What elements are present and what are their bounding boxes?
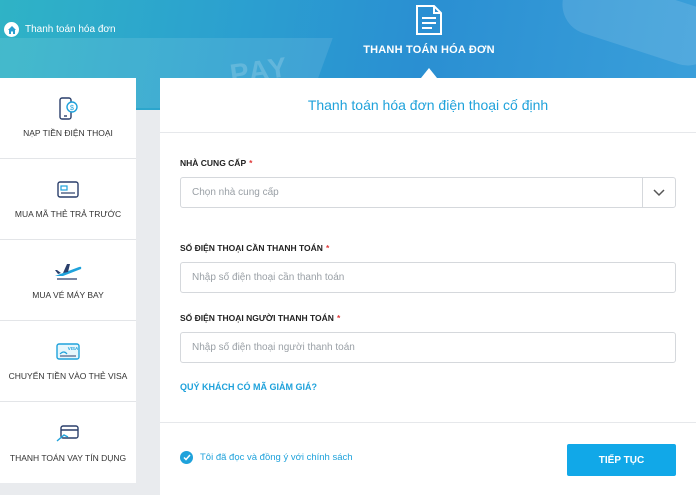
agree-policy-label[interactable]: Tôi đã đọc và đồng ý với chính sách <box>200 452 353 463</box>
sidebar-item-phone-topup[interactable]: $ NẠP TIỀN ĐIỆN THOẠI <box>0 78 136 159</box>
prepaid-card-icon <box>55 178 81 202</box>
airplane-icon <box>53 259 83 283</box>
check-icon[interactable] <box>180 451 193 464</box>
payer-phone-label: SỐ ĐIỆN THOẠI NGƯỜI THANH TOÁN * <box>180 313 340 323</box>
home-icon[interactable] <box>4 22 19 37</box>
phone-dollar-icon: $ <box>56 97 80 121</box>
svg-text:$: $ <box>70 105 74 112</box>
sidebar: $ NẠP TIỀN ĐIỆN THOẠI MUA MÃ THẺ TRẢ TRƯ… <box>0 78 136 483</box>
provider-select[interactable]: Chọn nhà cung cấp <box>180 177 676 208</box>
promo-code-link[interactable]: QUÝ KHÁCH CÓ MÃ GIẢM GIÁ? <box>180 382 317 392</box>
payment-form-panel: Thanh toán hóa đơn điện thoại cố định NH… <box>160 78 696 495</box>
phone-label-text: SỐ ĐIỆN THOẠI CẦN THANH TOÁN <box>180 243 323 253</box>
sidebar-item-label: MUA MÃ THẺ TRẢ TRƯỚC <box>14 209 122 219</box>
phone-input-placeholder: Nhập số điện thoại cần thanh toán <box>192 272 345 283</box>
breadcrumb-label[interactable]: Thanh toán hóa đơn <box>25 24 116 35</box>
banner-decoration-2 <box>554 0 696 74</box>
payer-phone-input-placeholder: Nhập số điện thoại người thanh toán <box>192 342 355 353</box>
payer-phone-label-text: SỐ ĐIỆN THOẠI NGƯỜI THANH TOÁN <box>180 313 334 323</box>
sidebar-item-flight-ticket[interactable]: MUA VÉ MÁY BAY <box>0 240 136 321</box>
credit-card-icon <box>55 422 81 446</box>
continue-button[interactable]: TIẾP TỤC <box>567 444 676 476</box>
active-tab-indicator <box>421 68 437 78</box>
sidebar-item-label: NẠP TIỀN ĐIỆN THOẠI <box>23 128 113 138</box>
breadcrumb: Thanh toán hóa đơn <box>4 22 116 37</box>
sidebar-item-visa-transfer[interactable]: VISA CHUYỂN TIỀN VÀO THẺ VISA <box>0 321 136 402</box>
required-marker: * <box>249 158 253 168</box>
payer-phone-input[interactable]: Nhập số điện thoại người thanh toán <box>180 332 676 363</box>
page-title: Thanh toán hóa đơn điện thoại cố định <box>160 78 696 133</box>
provider-label: NHÀ CUNG CẤP * <box>180 158 252 168</box>
provider-label-text: NHÀ CUNG CẤP <box>180 158 247 168</box>
visa-card-icon: VISA <box>54 340 82 364</box>
tab-bill-payment[interactable]: THANH TOÁN HÓA ĐƠN <box>339 0 519 78</box>
sidebar-item-label: THANH TOÁN VAY TÍN DỤNG <box>9 452 127 463</box>
sidebar-item-loan-payment[interactable]: THANH TOÁN VAY TÍN DỤNG <box>0 402 136 483</box>
provider-select-value: Chọn nhà cung cấp <box>192 187 279 198</box>
phone-label: SỐ ĐIỆN THOẠI CẦN THANH TOÁN * <box>180 243 329 253</box>
sidebar-item-label: MUA VÉ MÁY BAY <box>32 290 104 300</box>
required-marker: * <box>336 313 341 323</box>
sidebar-item-label: CHUYỂN TIỀN VÀO THẺ VISA <box>8 371 128 381</box>
required-marker: * <box>325 243 330 253</box>
svg-text:VISA: VISA <box>68 346 79 351</box>
document-icon <box>416 5 442 35</box>
agree-policy-checkbox[interactable]: Tôi đã đọc và đồng ý với chính sách <box>180 451 353 464</box>
phone-input[interactable]: Nhập số điện thoại cần thanh toán <box>180 262 676 293</box>
chevron-down-icon[interactable] <box>642 178 675 207</box>
sidebar-item-prepaid-card[interactable]: MUA MÃ THẺ TRẢ TRƯỚC <box>0 159 136 240</box>
tab-label: THANH TOÁN HÓA ĐƠN <box>363 44 495 56</box>
form-footer: Tôi đã đọc và đồng ý với chính sách TIẾP… <box>160 422 696 495</box>
